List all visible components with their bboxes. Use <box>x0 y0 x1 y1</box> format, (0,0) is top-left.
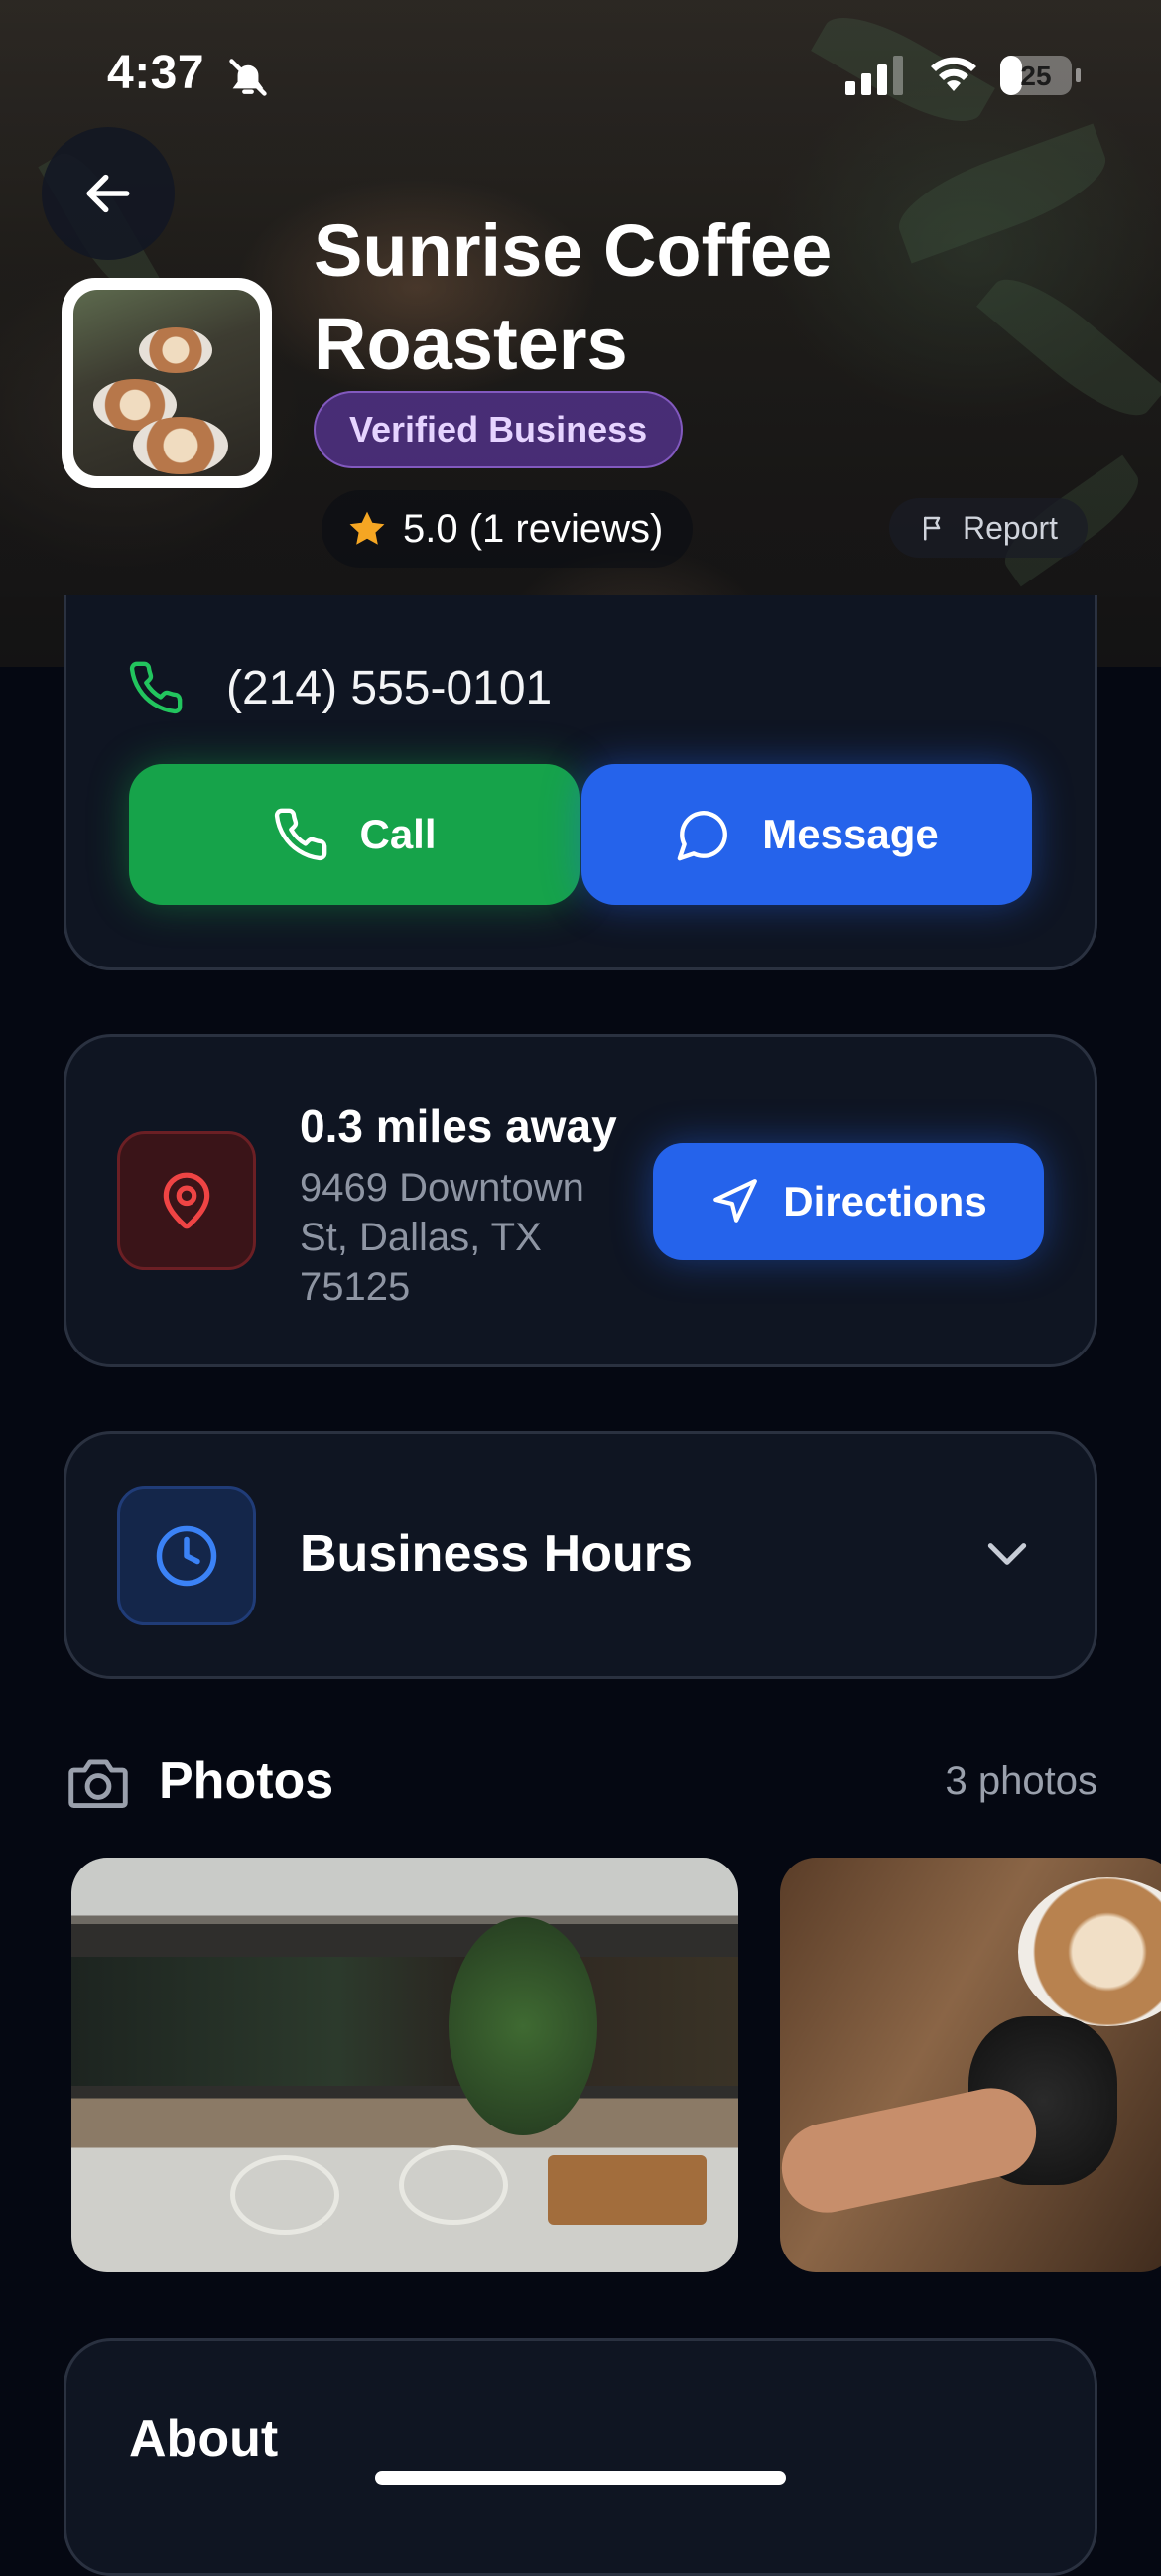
message-label: Message <box>762 811 939 857</box>
chevron-down-icon[interactable] <box>982 1536 1032 1577</box>
photo-art <box>548 2155 707 2225</box>
camera-icon <box>68 1759 128 1808</box>
photos-title: Photos <box>159 1752 334 1810</box>
verified-badge: Verified Business <box>314 391 684 468</box>
flag-icon <box>924 516 941 541</box>
wifi-icon <box>929 54 978 98</box>
photo-art <box>71 1957 738 2086</box>
logo-cup-art <box>133 417 228 474</box>
photo-art <box>1018 1877 1161 2026</box>
business-logo <box>62 278 272 488</box>
phone-icon <box>275 808 327 861</box>
rating-pill[interactable]: 5.0 (1 reviews) <box>322 490 694 568</box>
call-button[interactable]: Call <box>129 764 580 905</box>
phone-row[interactable]: (214) 555-0101 <box>127 659 552 716</box>
directions-button[interactable]: Directions <box>653 1143 1044 1260</box>
star-icon <box>349 511 385 545</box>
navigation-icon <box>713 1179 758 1223</box>
photos-header: Photos 3 photos <box>64 1746 1097 1816</box>
home-indicator[interactable] <box>375 2471 786 2485</box>
directions-label: Directions <box>783 1178 987 1224</box>
business-header: 4:37 25 Sunrise Coffee Roasters Verified… <box>0 0 1161 667</box>
business-logo-image <box>73 290 260 476</box>
status-bar: 4:37 25 <box>0 0 1161 149</box>
signal-icon <box>845 56 907 100</box>
photos-count: 3 photos <box>945 1758 1097 1803</box>
report-button[interactable]: Report <box>889 498 1089 558</box>
photo-art <box>780 2079 1045 2222</box>
battery-level: 25 <box>1020 61 1051 91</box>
photo-art <box>449 1917 597 2135</box>
photo-art <box>230 2155 339 2235</box>
message-button[interactable]: Message <box>581 764 1032 905</box>
distance-text: 0.3 miles away <box>300 1100 617 1152</box>
about-title: About <box>129 2410 279 2468</box>
call-label: Call <box>359 811 437 857</box>
back-arrow-icon <box>86 174 130 213</box>
logo-cup-art <box>139 327 212 373</box>
address-text: 9469 Downtown St, Dallas, TX 75125 <box>300 1166 584 1309</box>
battery-icon: 25 <box>998 54 1082 102</box>
status-time: 4:37 <box>107 47 205 99</box>
map-pin-icon <box>163 1172 210 1229</box>
photo-thumbnail[interactable] <box>71 1858 738 2272</box>
phone-number: (214) 555-0101 <box>226 661 553 714</box>
photo-thumbnail[interactable] <box>780 1858 1161 2272</box>
report-label: Report <box>963 509 1059 546</box>
business-name: Sunrise Coffee Roasters <box>314 209 833 385</box>
photo-art <box>399 2145 508 2225</box>
clock-icon <box>156 1525 217 1587</box>
message-icon <box>677 811 728 861</box>
location-icon-tile <box>117 1131 256 1270</box>
hours-icon-tile <box>117 1486 256 1625</box>
rating-text: 5.0 (1 reviews) <box>403 506 664 551</box>
bell-off-icon <box>226 56 270 104</box>
business-hours-label: Business Hours <box>300 1525 693 1583</box>
phone-icon <box>129 661 183 714</box>
back-button[interactable] <box>42 127 175 260</box>
